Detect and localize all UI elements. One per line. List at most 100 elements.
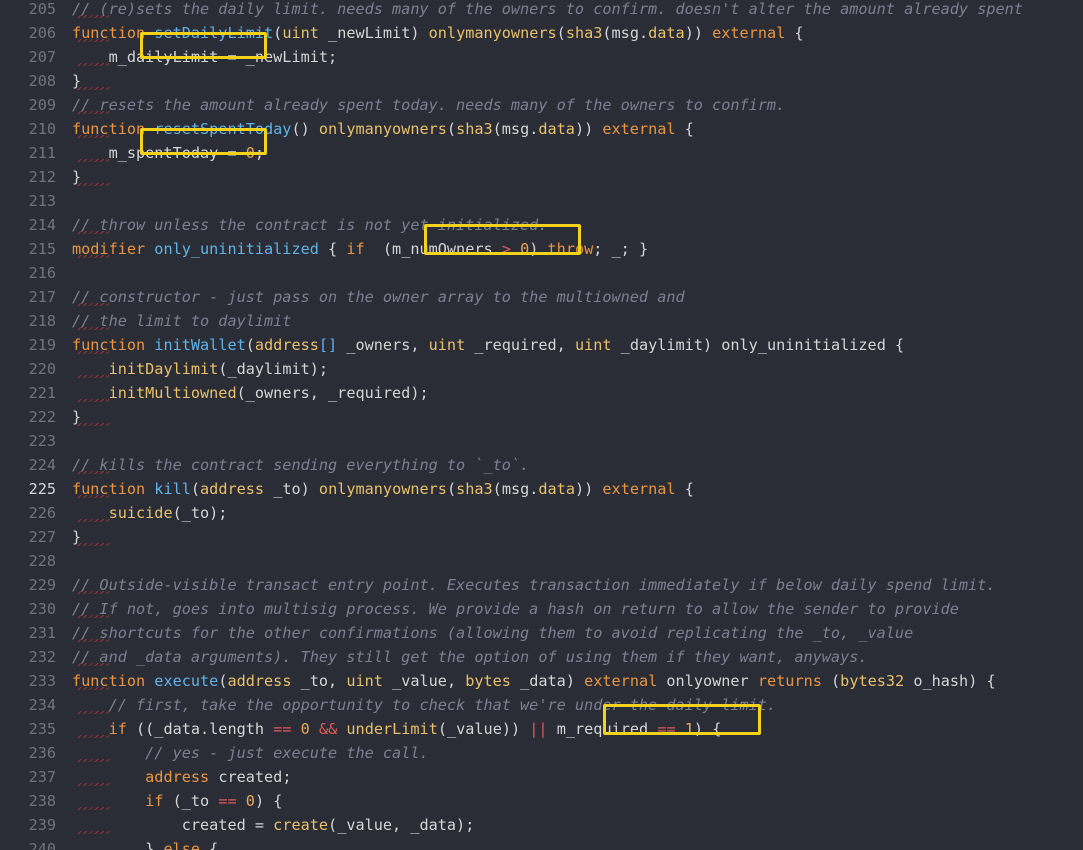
code-line[interactable]: 235 if ((_data.length == 0 && underLimit… [0, 717, 1083, 741]
code-line[interactable]: 222} [0, 405, 1083, 429]
line-number: 230 [28, 600, 56, 618]
code-token: == [218, 792, 237, 810]
code-token: // If not, goes into multisig process. W… [72, 600, 959, 618]
code-editor[interactable]: 205 // (re)sets the daily limit. needs ma… [0, 0, 1083, 850]
code-token: // (re)sets the daily limit. needs many … [72, 0, 1023, 18]
code-token: ( [446, 480, 457, 498]
code-token: // resets the amount already spent today… [72, 96, 786, 114]
code-line[interactable]: 210 function resetSpentToday() onlymanyow… [0, 117, 1083, 141]
line-number: 206 [28, 24, 56, 42]
code-token: { [675, 120, 694, 138]
line-number: 222 [28, 408, 56, 426]
code-token: uint [428, 336, 466, 354]
code-text: function kill(address _to) onlymanyowner… [72, 477, 694, 501]
code-token: function [72, 336, 155, 354]
code-line[interactable]: 234 // first, take the opportunity to ch… [0, 693, 1083, 717]
code-line[interactable]: 229 // Outside-visible transact entry poi… [0, 573, 1083, 597]
code-text: function setDailyLimit(uint _newLimit) o… [72, 21, 804, 45]
code-line[interactable]: 232 // and _data arguments). They still g… [0, 645, 1083, 669]
code-line[interactable]: 238 if (_to == 0) { [0, 789, 1083, 813]
code-token: function [72, 672, 155, 690]
line-number: 208 [28, 72, 56, 90]
code-line[interactable]: 224 // kills the contract sending everyth… [0, 453, 1083, 477]
code-line[interactable]: 217 // constructor - just pass on the own… [0, 285, 1083, 309]
code-line[interactable]: 225 function kill(address _to) onlymanyow… [0, 477, 1083, 501]
code-text: if (_to == 0) { [72, 789, 282, 813]
line-number: 233 [28, 672, 56, 690]
line-number: 235 [28, 720, 56, 738]
code-token: // first, take the opportunity to check … [108, 696, 777, 714]
code-line[interactable]: 215 modifier only_uninitialized { if (m_n… [0, 237, 1083, 261]
code-line[interactable]: 223 [0, 429, 1083, 453]
code-line[interactable]: 230 // If not, goes into multisig process… [0, 597, 1083, 621]
code-token: 0 [245, 144, 255, 162]
code-token: ( [190, 480, 201, 498]
code-token: > [501, 240, 521, 258]
code-line[interactable]: 209 // resets the amount already spent to… [0, 93, 1083, 117]
code-token: == [273, 720, 292, 738]
code-text: // throw unless the contract is not yet … [72, 213, 547, 237]
code-token: external [602, 480, 676, 498]
code-token: } [72, 72, 82, 90]
code-text: // kills the contract sending everything… [72, 453, 529, 477]
code-token: sha3 [565, 24, 603, 42]
code-token: returns [757, 672, 822, 690]
code-token: || [529, 720, 548, 738]
code-token: execute [154, 672, 219, 690]
code-line[interactable]: 213 [0, 189, 1083, 213]
code-text: } else { [72, 837, 218, 850]
code-line[interactable]: 228 [0, 549, 1083, 573]
code-line[interactable]: 226 suicide(_to); [0, 501, 1083, 525]
code-line[interactable]: 240 } else { [0, 837, 1083, 850]
code-line[interactable]: 208} [0, 69, 1083, 93]
code-line[interactable]: 236 // yes - just execute the call. [0, 741, 1083, 765]
line-number: 234 [28, 696, 56, 714]
code-token: (_owners, _required); [236, 384, 429, 402]
code-token: // the limit to daylimit [72, 312, 292, 330]
code-text: // constructor - just pass on the owner … [72, 285, 685, 309]
code-line[interactable]: 214 // throw unless the contract is not y… [0, 213, 1083, 237]
code-text: function initWallet(address[] _owners, u… [72, 333, 904, 357]
code-line[interactable]: 233 function execute (address _to, uint _v… [0, 669, 1083, 693]
code-text: m_dailyLimit = _newLimit; [72, 45, 338, 69]
line-number: 216 [28, 264, 56, 282]
code-line[interactable]: 205 // (re)sets the daily limit. needs ma… [0, 0, 1083, 21]
code-text: } [72, 69, 81, 93]
code-token: if [108, 720, 127, 738]
code-line[interactable]: 206 function setDailyLimit(uint _newLimit… [0, 21, 1083, 45]
code-line[interactable]: 221 initMultiowned(_owners, _required); [0, 381, 1083, 405]
code-token: // kills the contract sending everything… [72, 456, 530, 474]
line-number: 220 [28, 360, 56, 378]
code-text: created = create(_value, _data); [72, 813, 475, 837]
code-token: () [291, 120, 319, 138]
code-line[interactable]: 231 // shortcuts for the other confirmati… [0, 621, 1083, 645]
line-number: 210 [28, 120, 56, 138]
code-line[interactable]: 227} [0, 525, 1083, 549]
code-line[interactable]: 237 address created; [0, 765, 1083, 789]
line-number: 214 [28, 216, 56, 234]
code-token: ) { [693, 720, 722, 738]
code-text: // yes - just execute the call. [72, 741, 428, 765]
code-line[interactable]: 212} [0, 165, 1083, 189]
code-token: ) [529, 240, 548, 258]
code-line[interactable]: 239 created = create(_value, _data); [0, 813, 1083, 837]
code-token: o_hash) { [904, 672, 996, 690]
code-line[interactable]: 220 initDaylimit(_daylimit); [0, 357, 1083, 381]
code-line[interactable]: 211 m_spentToday = 0; [0, 141, 1083, 165]
code-line[interactable]: 218 // the limit to daylimit [0, 309, 1083, 333]
code-token: { [318, 240, 347, 258]
line-number: 236 [28, 744, 56, 762]
code-token: address [200, 480, 265, 498]
code-line[interactable]: 219 function initWallet(address[] _owners… [0, 333, 1083, 357]
code-token: )) [574, 120, 603, 138]
code-line[interactable]: 207 m_dailyLimit = _newLimit; [0, 45, 1083, 69]
code-token: _required, [465, 336, 575, 354]
code-line[interactable]: 216 [0, 261, 1083, 285]
line-number: 238 [28, 792, 56, 810]
code-token: } [72, 168, 82, 186]
code-text: } [72, 525, 81, 549]
code-token: uint [346, 672, 383, 690]
